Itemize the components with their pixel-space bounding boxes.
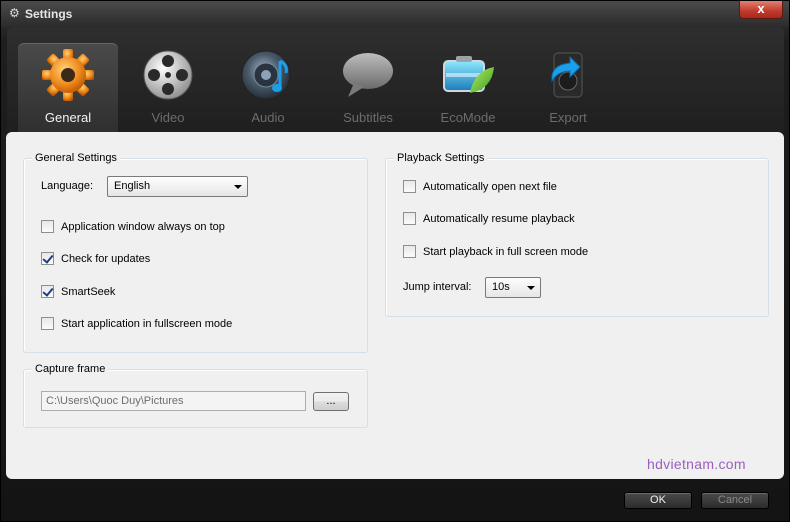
capture-frame-group: Capture frame C:\Users\Quoc Duy\Pictures… (23, 363, 368, 428)
option-smartseek[interactable]: SmartSeek (41, 285, 115, 298)
option-playback-fullscreen[interactable]: Start playback in full screen mode (403, 245, 588, 258)
option-label: SmartSeek (61, 285, 116, 298)
language-select[interactable]: English (107, 176, 248, 197)
export-device-icon (551, 52, 583, 98)
speaker-icon (241, 50, 291, 100)
browse-button[interactable]: ... (313, 392, 349, 411)
language-value: English (114, 180, 151, 192)
tab-audio[interactable]: Audio (218, 43, 318, 133)
option-open-next[interactable]: Automatically open next file (403, 180, 557, 193)
chevron-down-icon (527, 286, 535, 290)
jump-interval-value: 10s (492, 281, 510, 293)
option-label: Check for updates (61, 252, 151, 265)
language-row: Language: (41, 180, 93, 192)
gear-icon: ⚙ (9, 6, 20, 20)
film-reel-icon (143, 50, 193, 100)
cancel-button[interactable]: Cancel (701, 492, 769, 509)
checkbox-resume-playback[interactable] (403, 212, 416, 225)
window-title: Settings (25, 7, 73, 21)
checkbox-check-updates[interactable] (41, 252, 54, 265)
tab-label: Subtitles (343, 110, 393, 125)
watermark-text: hdvietnam.com (647, 456, 746, 472)
checkbox-start-fullscreen[interactable] (41, 317, 54, 330)
general-settings-legend: General Settings (32, 152, 120, 164)
option-resume-playback[interactable]: Automatically resume playback (403, 212, 575, 225)
tab-label: Export (549, 110, 587, 125)
checkbox-playback-fullscreen[interactable] (403, 245, 416, 258)
chevron-down-icon (234, 185, 242, 189)
tab-subtitles[interactable]: Subtitles (318, 43, 418, 133)
gear-icon (42, 49, 94, 101)
playback-settings-group: Playback Settings Automatically open nex… (385, 152, 769, 317)
option-always-on-top[interactable]: Application window always on top (41, 220, 225, 233)
title-bar[interactable]: ⚙ Settings x (1, 1, 789, 27)
close-button[interactable]: x (739, 1, 783, 19)
tab-ecomode[interactable]: EcoMode (418, 43, 518, 133)
general-settings-group: General Settings Language: English Appli… (23, 152, 368, 353)
jump-interval-row: Jump interval: (403, 281, 471, 293)
ok-button[interactable]: OK (624, 492, 692, 509)
tab-label: Audio (251, 110, 285, 125)
settings-panel: General Settings Language: English Appli… (6, 132, 784, 479)
option-check-updates[interactable]: Check for updates (41, 252, 150, 265)
tab-export[interactable]: Export (518, 43, 618, 133)
tab-general[interactable]: General (18, 43, 118, 133)
language-label: Language: (41, 180, 93, 192)
jump-interval-select[interactable]: 10s (485, 277, 541, 298)
option-label: Application window always on top (61, 220, 225, 233)
tab-label: Video (151, 110, 185, 125)
playback-settings-legend: Playback Settings (394, 152, 488, 164)
jump-interval-label: Jump interval: (403, 281, 472, 293)
checkbox-always-on-top[interactable] (41, 220, 54, 233)
speech-bubble-icon (343, 53, 393, 97)
battery-leaf-icon (443, 56, 494, 93)
tab-label: EcoMode (440, 110, 496, 125)
capture-frame-legend: Capture frame (32, 363, 109, 375)
option-label: Start application in fullscreen mode (61, 317, 233, 330)
option-label: Automatically open next file (423, 180, 557, 193)
option-label: Start playback in full screen mode (423, 245, 589, 258)
option-label: Automatically resume playback (423, 212, 575, 225)
tab-video[interactable]: Video (118, 43, 218, 133)
settings-window: ⚙ Settings x General Video Audio Subtitl… (0, 0, 790, 522)
option-start-fullscreen[interactable]: Start application in fullscreen mode (41, 317, 232, 330)
checkbox-smartseek[interactable] (41, 285, 54, 298)
tab-strip: General Video Audio Subtitles EcoMode Ex… (7, 27, 784, 133)
checkbox-open-next[interactable] (403, 180, 416, 193)
tab-label: General (44, 110, 92, 125)
capture-path-field[interactable]: C:\Users\Quoc Duy\Pictures (41, 391, 306, 411)
